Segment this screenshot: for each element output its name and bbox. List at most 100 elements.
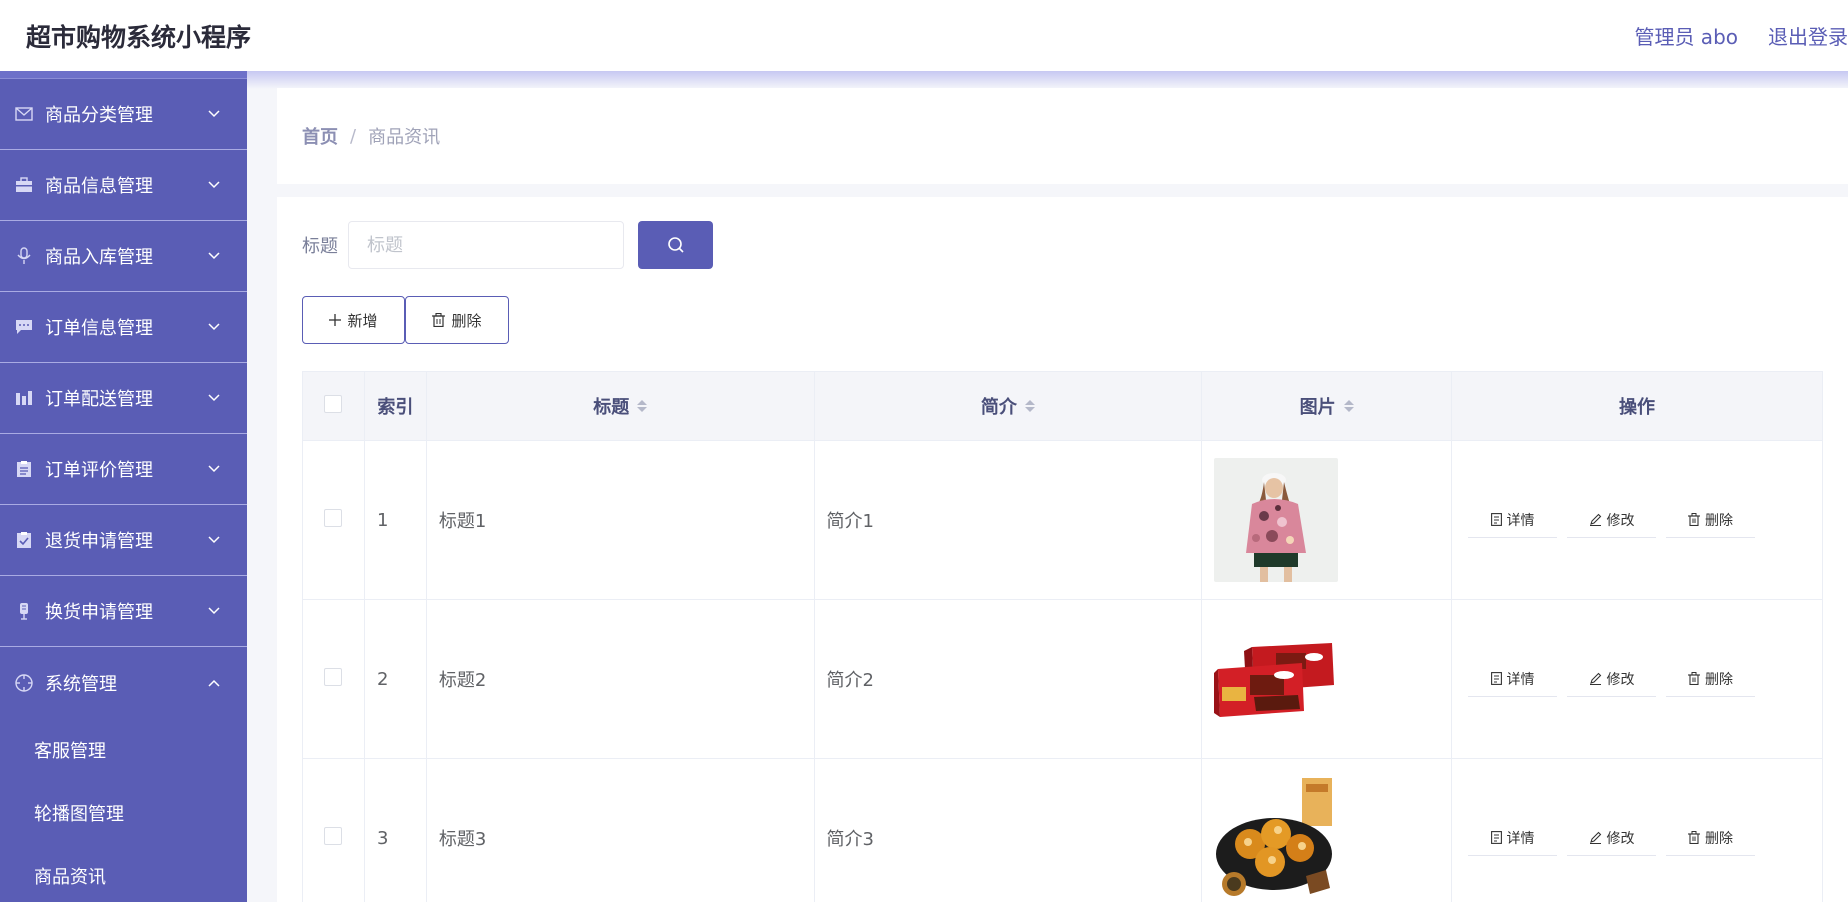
sidebar-item-order-info[interactable]: 订单信息管理 <box>0 292 247 363</box>
summary-cell: 简介2 <box>814 599 1203 759</box>
index-cell: 2 <box>364 599 427 759</box>
detail-label: 详情 <box>1506 829 1535 846</box>
delete-label: 删除 <box>1705 670 1734 687</box>
chat-icon <box>13 316 35 338</box>
delete-label: 删除 <box>1705 829 1734 846</box>
sidebar-item-return[interactable]: 退货申请管理 <box>0 505 247 576</box>
index-cell: 1 <box>364 440 427 600</box>
sidebar: 商品分类管理 商品信息管理 商品入库管理 订单信息管理 订单配送管理 订单评价管… <box>0 71 247 902</box>
sidebar-item-order-delivery[interactable]: 订单配送管理 <box>0 363 247 434</box>
sidebar-subitem-product-news[interactable]: 商品资讯 <box>0 844 247 902</box>
document-icon <box>1490 672 1502 685</box>
mail-icon <box>13 103 35 125</box>
admin-username: 管理员 abo <box>1634 25 1738 49</box>
microphone-icon <box>13 245 35 267</box>
sort-icon[interactable] <box>1343 400 1354 412</box>
summary-cell: 简介3 <box>814 758 1203 902</box>
header-right: 管理员 abo 退出登录 <box>1634 21 1848 50</box>
breadcrumb: 首页 / 商品资讯 <box>277 88 1848 184</box>
chevron-down-icon <box>207 107 221 121</box>
column-header-image[interactable]: 图片 <box>1201 371 1453 441</box>
pastry-plate-photo <box>1214 776 1339 900</box>
sidebar-item-label: 系统管理 <box>45 673 117 695</box>
detail-button[interactable]: 详情 <box>1468 820 1558 856</box>
briefcase-icon <box>13 174 35 196</box>
delete-button[interactable]: 删除 <box>1666 502 1756 538</box>
edit-label: 修改 <box>1606 670 1635 687</box>
sidebar-item-category[interactable]: 商品分类管理 <box>0 79 247 150</box>
sort-icon[interactable] <box>637 400 648 412</box>
data-table: 索引 标题 简介 图片 操作 1 标题1 简介1 详情 修改 删除 2 标题2 … <box>302 371 1823 902</box>
title-cell: 标题1 <box>426 440 815 600</box>
search-input[interactable] <box>348 221 624 269</box>
chevron-down-icon <box>207 320 221 334</box>
table-header-row: 索引 标题 简介 图片 操作 <box>302 371 1823 441</box>
document-icon <box>1490 831 1502 844</box>
mic-stand-icon <box>13 600 35 622</box>
breadcrumb-home[interactable]: 首页 <box>302 123 338 149</box>
compass-icon <box>13 672 35 694</box>
document-icon <box>1490 513 1502 526</box>
delete-button[interactable]: 删除 <box>1666 661 1756 697</box>
column-header-title[interactable]: 标题 <box>426 371 815 441</box>
chevron-down-icon <box>207 178 221 192</box>
sidebar-item-label: 商品入库管理 <box>45 247 153 268</box>
top-header: 超市购物系统小程序 管理员 abo 退出登录 <box>0 0 1848 71</box>
edit-label: 修改 <box>1606 829 1635 846</box>
header-shadow <box>0 71 1848 89</box>
detail-button[interactable]: 详情 <box>1468 502 1558 538</box>
row-checkbox[interactable] <box>324 508 343 527</box>
title-cell: 标题2 <box>426 599 815 759</box>
select-all-checkbox[interactable] <box>324 394 343 413</box>
batch-delete-button[interactable]: 删除 <box>405 296 509 344</box>
sidebar-subitem-customer-service[interactable]: 客服管理 <box>0 718 247 781</box>
add-button[interactable]: 新增 <box>302 296 405 344</box>
chevron-down-icon <box>207 391 221 405</box>
table-row: 1 标题1 简介1 详情 修改 删除 <box>302 440 1823 600</box>
ops-cell: 详情 修改 删除 <box>1451 758 1823 902</box>
main-content: 标题 新增 删除 索引 标题 <box>277 197 1848 902</box>
pencil-icon <box>1589 513 1602 526</box>
detail-button[interactable]: 详情 <box>1468 661 1558 697</box>
search-button[interactable] <box>638 221 713 269</box>
row-checkbox[interactable] <box>324 826 343 845</box>
table-row: 3 标题3 简介3 详情 修改 删除 <box>302 758 1823 902</box>
row-checkbox[interactable] <box>324 667 343 686</box>
title-cell: 标题3 <box>426 758 815 902</box>
delete-label: 删除 <box>1705 511 1734 528</box>
chevron-down-icon <box>207 533 221 547</box>
sidebar-item-label: 订单信息管理 <box>45 318 153 339</box>
trash-icon <box>1688 831 1701 844</box>
ops-cell: 详情 修改 删除 <box>1451 440 1823 600</box>
edit-button[interactable]: 修改 <box>1567 820 1657 856</box>
sidebar-item-order-review[interactable]: 订单评价管理 <box>0 434 247 505</box>
sidebar-item-label: 退货申请管理 <box>45 531 153 552</box>
image-cell <box>1201 599 1453 759</box>
sidebar-item-stock-in[interactable]: 商品入库管理 <box>0 221 247 292</box>
trash-icon <box>1688 513 1701 526</box>
pencil-icon <box>1589 672 1602 685</box>
sidebar-item-product-info[interactable]: 商品信息管理 <box>0 150 247 221</box>
plus-icon <box>329 314 342 326</box>
sidebar-subitem-carousel[interactable]: 轮播图管理 <box>0 781 247 844</box>
detail-label: 详情 <box>1506 670 1535 687</box>
column-header-summary[interactable]: 简介 <box>814 371 1203 441</box>
edit-button[interactable]: 修改 <box>1567 661 1657 697</box>
sidebar-item-exchange[interactable]: 换货申请管理 <box>0 576 247 647</box>
chevron-down-icon <box>207 249 221 263</box>
add-button-label: 新增 <box>347 312 378 330</box>
delete-button[interactable]: 删除 <box>1666 820 1756 856</box>
sidebar-item-system[interactable]: 系统管理 <box>0 647 247 718</box>
chevron-up-icon <box>207 676 221 690</box>
breadcrumb-current: 商品资讯 <box>368 127 441 148</box>
chevron-down-icon <box>207 462 221 476</box>
logout-link[interactable]: 退出登录 <box>1768 21 1848 50</box>
table-row: 2 标题2 简介2 详情 修改 删除 <box>302 599 1823 759</box>
image-cell <box>1201 440 1453 600</box>
column-header-label: 简介 <box>980 397 1017 418</box>
edit-label: 修改 <box>1606 511 1635 528</box>
detail-label: 详情 <box>1506 511 1535 528</box>
delete-button-label: 删除 <box>451 312 482 330</box>
sort-icon[interactable] <box>1024 400 1035 412</box>
edit-button[interactable]: 修改 <box>1567 502 1657 538</box>
